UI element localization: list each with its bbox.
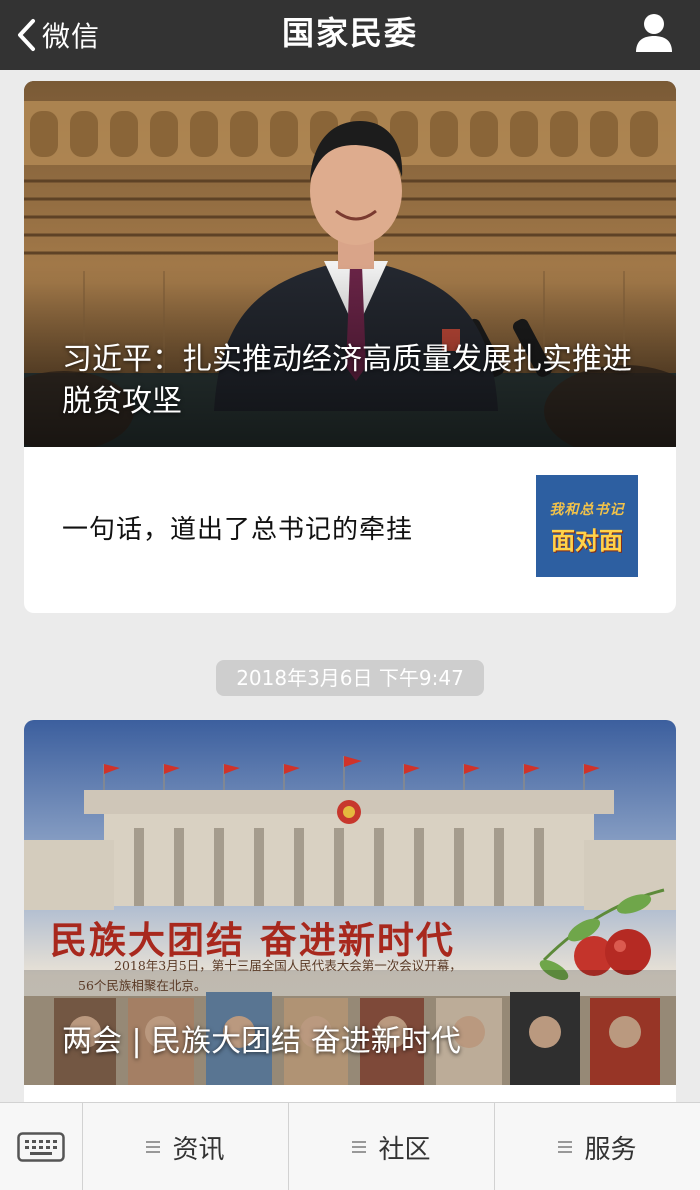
menu-item-services[interactable]: 服务 [495,1103,700,1190]
cover-title: 习近平：扎实推动经济高质量发展扎实推进脱贫攻坚 [62,342,632,419]
message-feed[interactable]: 习近平：扎实推动经济高质量发展扎实推进脱贫攻坚 一句话，道出了总书记的牵挂 我和… [0,70,700,1102]
menu-list-icon [352,1141,367,1153]
nav-bar: 微信 国家民委 [0,0,700,70]
cover-article[interactable]: 习近平：扎实推动经济高质量发展扎实推进脱贫攻坚 [24,81,676,447]
chevron-left-icon [18,19,35,51]
keyboard-icon [17,1132,65,1162]
message-timestamp: 2018年3月6日 下午9:47 [216,660,484,696]
menu-item-label: 资讯 [172,1134,225,1165]
sub-article-thumbnail: 我和总书记 面对面 [536,475,638,577]
cover-caption: 2018年3月5日，第十三届全国人民代表大会第一次会议开幕， 56个民族相聚在北… [78,956,462,996]
menu-list-icon [558,1141,573,1153]
menu-item-label: 服务 [584,1134,637,1165]
cover-title: 两会 | 民族大团结 奋进新时代 [62,1024,461,1059]
cover-caption-line: 56个民族相聚在北京。 [78,978,207,993]
article-card: 民族大团结 奋进新时代 2018年3月5日，第十三届全国人民代表大会第一次会议开… [24,720,676,1102]
menu-item-news[interactable]: 资讯 [83,1103,289,1190]
menu-list-icon [146,1141,161,1153]
thumbnail-headline: 面对面 [551,526,623,555]
cover-article[interactable]: 民族大团结 奋进新时代 2018年3月5日，第十三届全国人民代表大会第一次会议开… [24,720,676,1085]
menu-item-label: 社区 [378,1134,431,1165]
page-title: 国家民委 [281,14,418,52]
sub-article[interactable]: 一句话，道出了总书记的牵挂 我和总书记 面对面 [24,447,676,613]
thumbnail-caption: 我和总书记 [549,502,625,518]
bottom-menu-bar: 资讯 社区 服务 [0,1102,700,1190]
back-label: 微信 [42,20,101,53]
profile-button[interactable] [634,12,674,56]
cover-caption-line: 2018年3月5日，第十三届全国人民代表大会第一次会议开幕， [114,958,462,973]
keyboard-toggle-button[interactable] [0,1103,83,1190]
person-icon [636,14,672,52]
article-card: 习近平：扎实推动经济高质量发展扎实推进脱贫攻坚 一句话，道出了总书记的牵挂 我和… [24,81,676,613]
back-button[interactable]: 微信 [16,12,100,58]
sub-article-title: 一句话，道出了总书记的牵挂 [62,515,414,545]
menu-item-community[interactable]: 社区 [289,1103,495,1190]
